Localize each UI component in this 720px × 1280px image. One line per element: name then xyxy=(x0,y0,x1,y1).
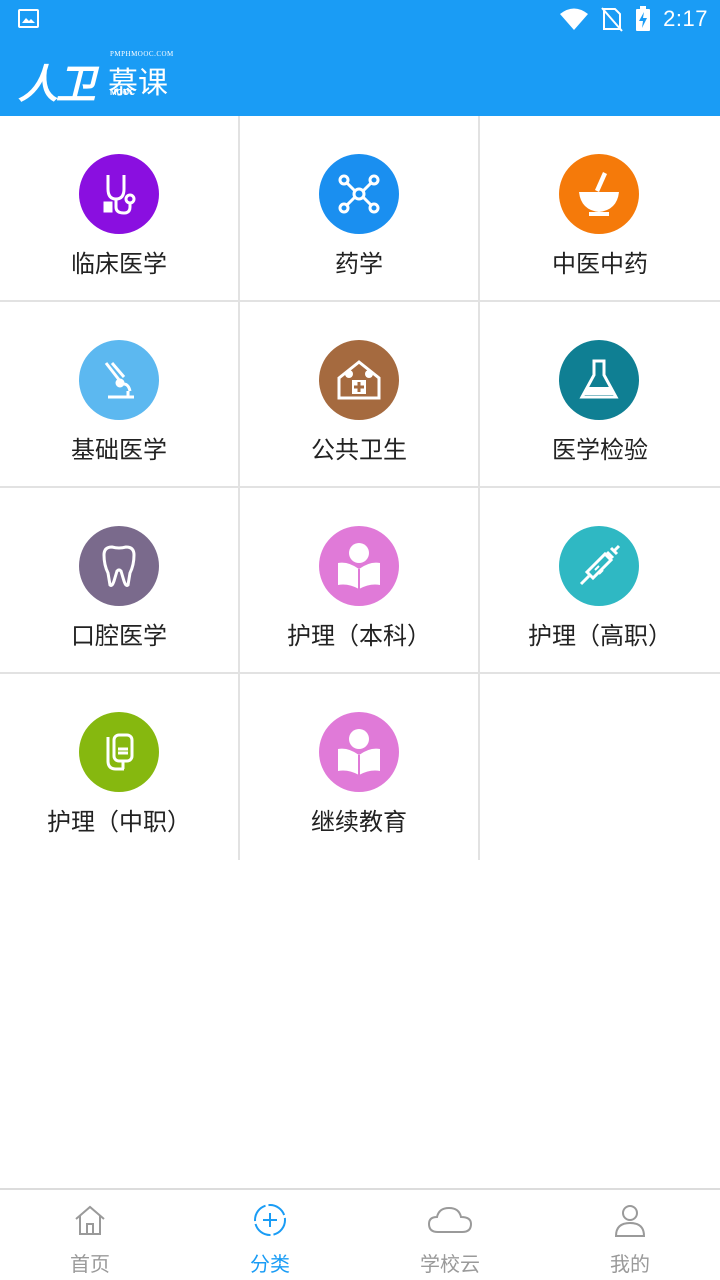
nav-category[interactable]: 分类 xyxy=(180,1190,360,1280)
category-item-tcm[interactable]: 中医中药 xyxy=(480,116,720,300)
cloud-icon xyxy=(427,1206,473,1233)
category-label: 护理（本科） xyxy=(287,622,431,650)
category-item-clinical[interactable]: 临床医学 xyxy=(0,116,240,300)
category-item-nursing-bachelor[interactable]: 护理（本科） xyxy=(240,488,480,672)
category-grid: 临床医学 药学 中医中药 基础医学 公共卫生 医学检验 口腔医学 护理（本科） … xyxy=(0,116,720,860)
category-item-continuing-education[interactable]: 继续教育 xyxy=(240,674,480,860)
stethoscope-icon xyxy=(79,154,159,234)
user-icon xyxy=(614,1205,646,1237)
logo-site-text: PMPHMOOC.COM xyxy=(110,50,174,58)
nav-home[interactable]: 首页 xyxy=(0,1190,180,1280)
category-item-pharmacy[interactable]: 药学 xyxy=(240,116,480,300)
category-label: 中医中药 xyxy=(552,250,648,278)
mortar-pestle-icon xyxy=(559,154,639,234)
category-item-basic[interactable]: 基础医学 xyxy=(0,302,240,486)
category-row: 护理（中职） 继续教育 xyxy=(0,674,720,860)
wifi-icon xyxy=(560,8,589,30)
iv-drip-icon xyxy=(79,712,159,792)
flask-icon xyxy=(559,340,639,420)
clock: 2:17 xyxy=(663,6,708,31)
category-item-dental[interactable]: 口腔医学 xyxy=(0,488,240,672)
home-icon xyxy=(75,1205,105,1235)
no-sim-icon xyxy=(601,7,623,32)
category-label: 护理（中职） xyxy=(47,808,191,836)
bottom-nav: 首页 分类 学校云 我的 xyxy=(0,1188,720,1280)
category-label: 临床医学 xyxy=(71,250,167,278)
app-logo: 人卫 PMPHMOOC.COM 慕课 MOOC xyxy=(12,48,192,108)
category-label: 公共卫生 xyxy=(311,436,407,464)
category-label: 医学检验 xyxy=(552,436,648,464)
nav-label: 学校云 xyxy=(420,1252,480,1276)
category-row: 基础医学 公共卫生 医学检验 xyxy=(0,302,720,488)
tooth-icon xyxy=(79,526,159,606)
battery-charging-icon xyxy=(636,6,651,31)
nav-label: 我的 xyxy=(610,1252,650,1276)
category-item-nursing-vocational[interactable]: 护理（高职） xyxy=(480,488,720,672)
health-house-icon xyxy=(319,340,399,420)
microscope-icon xyxy=(79,340,159,420)
nav-label: 分类 xyxy=(250,1252,290,1276)
logo-main-text: 人卫 xyxy=(18,61,96,108)
app-header: 人卫 PMPHMOOC.COM 慕课 MOOC xyxy=(0,38,720,116)
syringe-icon xyxy=(559,526,639,606)
reader-icon xyxy=(319,526,399,606)
category-label: 药学 xyxy=(335,250,383,278)
status-bar: 2:17 xyxy=(0,0,720,38)
category-item-lab[interactable]: 医学检验 xyxy=(480,302,720,486)
logo-mooc-text: MOOC xyxy=(110,88,135,97)
category-item-public-health[interactable]: 公共卫生 xyxy=(240,302,480,486)
category-label: 基础医学 xyxy=(71,436,167,464)
image-notification-icon xyxy=(18,9,39,28)
category-row: 口腔医学 护理（本科） 护理（高职） xyxy=(0,488,720,674)
category-label: 口腔医学 xyxy=(71,622,167,650)
nav-mine[interactable]: 我的 xyxy=(540,1190,720,1280)
category-row: 临床医学 药学 中医中药 xyxy=(0,116,720,302)
nav-label: 首页 xyxy=(70,1252,110,1276)
nav-school-cloud[interactable]: 学校云 xyxy=(360,1190,540,1280)
reader-icon xyxy=(319,712,399,792)
category-item-nursing-secondary[interactable]: 护理（中职） xyxy=(0,674,240,860)
empty-cell xyxy=(480,674,720,860)
category-label: 护理（高职） xyxy=(528,622,672,650)
category-plus-icon xyxy=(254,1204,286,1236)
category-label: 继续教育 xyxy=(311,808,407,836)
molecule-icon xyxy=(319,154,399,234)
